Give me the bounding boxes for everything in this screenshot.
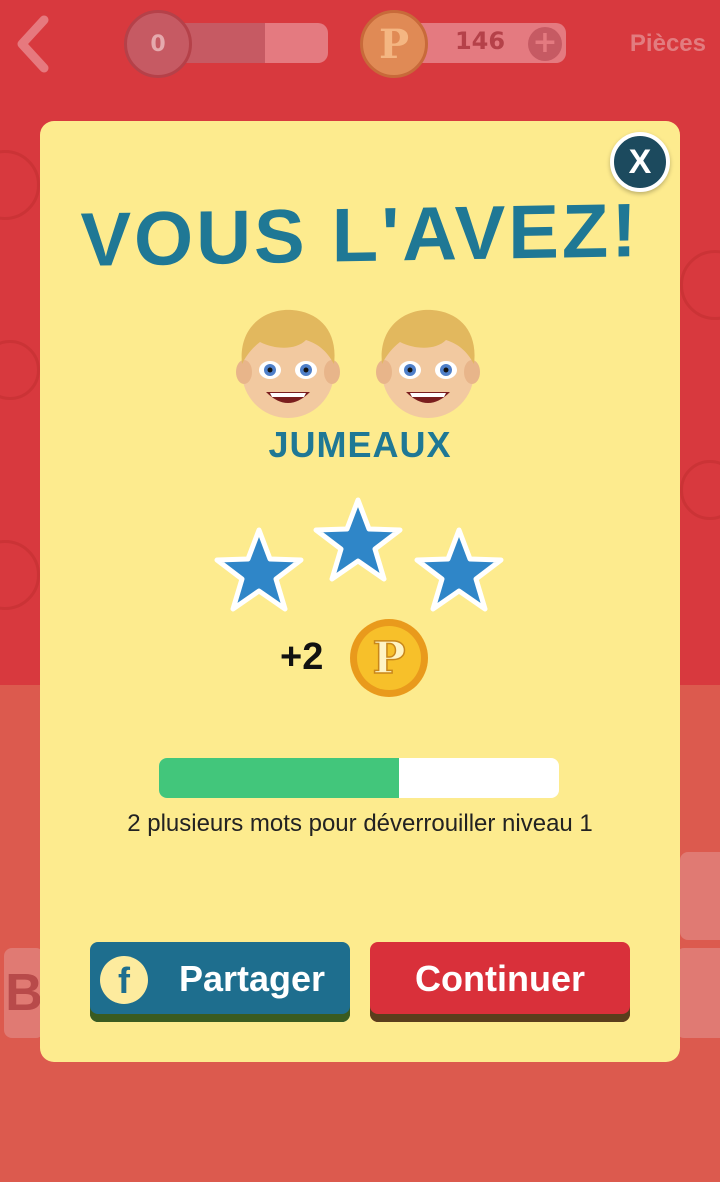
close-icon[interactable]: X: [610, 132, 670, 192]
plus-icon[interactable]: +: [528, 27, 562, 61]
coin-icon: P: [350, 619, 428, 697]
xp-progress-bar: [170, 23, 328, 63]
continue-button[interactable]: Continuer: [370, 942, 630, 1022]
star-icon: [313, 497, 403, 582]
continue-button-label: Continuer: [415, 958, 585, 999]
coin-letter: P: [372, 633, 405, 684]
modal-title: VOUS L'AVEZ!: [80, 188, 640, 283]
level-progress-bar: [159, 758, 559, 798]
letter-tile[interactable]: [676, 948, 720, 1038]
star-icon: [214, 527, 304, 612]
boy-emoji-icon: [236, 309, 340, 418]
share-button-label: Partager: [178, 958, 326, 999]
coin-icon: P: [360, 10, 428, 78]
coins-label[interactable]: Pièces: [630, 30, 706, 58]
facebook-icon: f: [100, 956, 148, 1004]
boy-emoji-icon: [376, 309, 480, 418]
star-icon: [414, 527, 504, 612]
answer-word: JUMEAUX: [268, 424, 452, 465]
share-button[interactable]: f Partager: [90, 942, 350, 1022]
xp-level-badge: 0: [124, 10, 192, 78]
progress-message: 2 plusieurs mots pour déverrouiller nive…: [127, 810, 593, 837]
letter-tile[interactable]: B: [4, 948, 44, 1038]
back-arrow-icon[interactable]: [14, 14, 54, 74]
shuffle-button[interactable]: [680, 852, 720, 940]
reward-amount: +2: [280, 636, 324, 678]
coins-count: 146: [454, 27, 506, 55]
